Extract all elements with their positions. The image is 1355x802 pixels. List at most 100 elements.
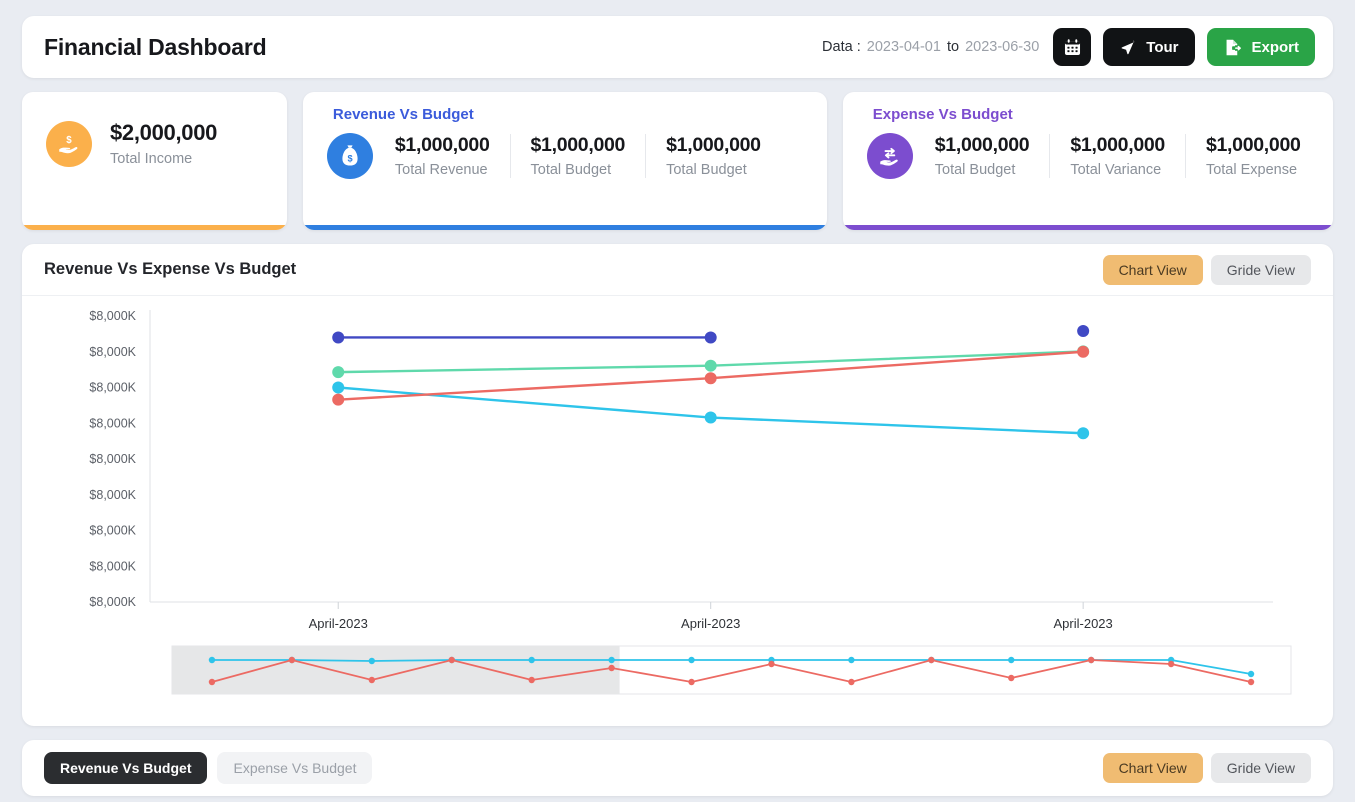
data-point-revenue[interactable]	[704, 359, 717, 372]
navigator-point	[688, 678, 695, 686]
navigator-point	[1008, 674, 1015, 682]
revenue-stats: $ $1,000,000 Total Revenue $1,000,000 To…	[303, 123, 827, 179]
data-point-variance[interactable]	[704, 372, 717, 385]
date-from: 2023-04-01	[866, 39, 941, 55]
stat-label: Total Variance	[1070, 162, 1162, 178]
tab-revenue-vs-budget[interactable]: Revenue Vs Budget	[44, 752, 208, 784]
tour-button[interactable]: Tour	[1103, 28, 1196, 66]
y-axis-tick-label: $8,000K	[89, 452, 136, 466]
data-point-expense[interactable]	[1077, 427, 1090, 440]
navigator-point	[1008, 656, 1015, 664]
navigator-point	[688, 656, 695, 664]
calendar-button[interactable]	[1053, 28, 1092, 66]
footer-view-toggle: Chart View Gride View	[1102, 753, 1311, 783]
kpi-row: $ $2,000,000 Total Income Revenue Vs Bud…	[22, 92, 1333, 230]
navigator-point	[768, 660, 775, 668]
income-value: $2,000,000	[110, 120, 218, 145]
stat-item: $1,000,000 Total Variance	[1049, 134, 1185, 178]
footer-bar: Revenue Vs Budget Expense Vs Budget Char…	[22, 740, 1333, 796]
data-point-expense[interactable]	[704, 411, 717, 424]
y-axis-tick-label: $8,000K	[89, 416, 136, 430]
expense-stat-group: $1,000,000 Total Budget $1,000,000 Total…	[935, 134, 1321, 178]
chart-view-toggle: Chart View Gride View	[1102, 254, 1311, 285]
data-point-budget[interactable]	[1077, 325, 1090, 338]
tab-expense-vs-budget[interactable]: Expense Vs Budget	[217, 752, 373, 784]
navigator-point	[928, 656, 935, 664]
stat-label: Total Expense	[1205, 162, 1298, 178]
date-to-word: to	[946, 39, 960, 55]
data-point-variance[interactable]	[332, 393, 345, 406]
svg-text:$: $	[347, 153, 352, 163]
stat-value: $1,000,000	[1205, 134, 1301, 156]
navigator-point	[368, 657, 376, 665]
stat-item: $1,000,000 Total Expense	[1184, 134, 1321, 178]
date-range: Data : 2023-04-01 to 2023-06-30	[822, 39, 1041, 55]
footer-grid-view-button[interactable]: Gride View	[1210, 753, 1311, 783]
navigator-point	[1247, 678, 1255, 686]
stat-item: $1,000,000 Total Budget	[645, 134, 781, 178]
navigator-point	[528, 676, 535, 684]
header-actions: Data : 2023-04-01 to 2023-06-30 Tour Exp…	[822, 28, 1315, 66]
revenue-stat-group: $1,000,000 Total Revenue $1,000,000 Tota…	[395, 134, 781, 178]
data-point-budget[interactable]	[332, 331, 345, 344]
data-point-budget[interactable]	[704, 331, 717, 344]
navigator-point	[608, 656, 615, 664]
date-to: 2023-06-30	[965, 39, 1040, 55]
navigator-selection[interactable]	[172, 646, 620, 694]
x-axis-tick-label: April-2023	[681, 616, 740, 631]
y-axis-tick-label: $8,000K	[89, 309, 136, 323]
line-chart[interactable]: $8,000K $8,000K $8,000K $8,000K $8,000K $8,00…	[22, 296, 1333, 724]
hand-exchange-icon	[866, 133, 913, 179]
y-axis-tick-label: $8,000K	[89, 381, 136, 395]
app-header: Financial Dashboard Data : 2023-04-01 to…	[22, 16, 1333, 78]
navigator-point	[1247, 670, 1255, 678]
stat-label: Total Revenue	[394, 162, 488, 178]
stat-item: $1,000,000 Total Budget	[935, 134, 1050, 178]
export-button[interactable]: Export	[1207, 28, 1315, 66]
chart-panel: Revenue Vs Expense Vs Budget Chart View …	[22, 244, 1333, 726]
x-axis-tick-label: April-2023	[309, 616, 368, 631]
calendar-icon	[1064, 38, 1080, 55]
navigator-point	[528, 656, 535, 664]
stat-item: $1,000,000 Total Budget	[509, 134, 646, 178]
date-range-label: Data :	[822, 39, 861, 55]
navigator-point	[368, 676, 376, 684]
chart-area: $8,000K $8,000K $8,000K $8,000K $8,000K $8,00…	[22, 296, 1333, 724]
stat-value: $1,000,000	[934, 134, 1030, 156]
income-values: $2,000,000 Total Income	[110, 120, 217, 167]
y-axis-tick-label: $8,000K	[89, 595, 136, 609]
grid-view-button[interactable]: Gride View	[1210, 254, 1311, 285]
stat-item: $1,000,000 Total Revenue	[395, 134, 510, 178]
chart-view-button[interactable]: Chart View	[1102, 254, 1203, 285]
navigator-point	[1167, 660, 1175, 668]
card-revenue-vs-budget: Revenue Vs Budget $ $1,000,000 Total Rev…	[302, 92, 827, 230]
income-label: Total Income	[110, 151, 193, 167]
data-point-variance[interactable]	[1077, 345, 1090, 358]
navigator-point	[848, 678, 855, 686]
data-point-expense[interactable]	[332, 381, 345, 394]
stat-value: $1,000,000	[666, 134, 761, 156]
stat-label: Total Budget	[530, 162, 612, 178]
data-point-revenue[interactable]	[332, 366, 345, 379]
money-bag-icon: $	[326, 133, 373, 179]
paper-plane-icon	[1121, 40, 1135, 54]
stat-value: $1,000,000	[394, 134, 490, 156]
expense-card-title: Expense Vs Budget	[872, 106, 1013, 123]
navigator-point	[448, 656, 455, 664]
navigator-point	[208, 656, 216, 664]
svg-text:$: $	[66, 134, 72, 145]
card-expense-vs-budget: Expense Vs Budget $1,000,000 Total Budge…	[842, 92, 1333, 230]
y-axis-tick-label: $8,000K	[89, 345, 136, 359]
chart-panel-header: Revenue Vs Expense Vs Budget Chart View …	[22, 244, 1333, 296]
revenue-card-title: Revenue Vs Budget	[332, 106, 474, 123]
navigator-point	[608, 664, 615, 672]
footer-chart-view-button[interactable]: Chart View	[1102, 753, 1203, 783]
page-title: Financial Dashboard	[44, 33, 267, 60]
footer-tabs: Revenue Vs Budget Expense Vs Budget	[44, 752, 373, 784]
income-body: $ $2,000,000 Total Income	[22, 92, 287, 167]
navigator-point	[288, 656, 296, 664]
y-axis-tick-label: $8,000K	[89, 559, 136, 573]
y-axis-tick-label: $8,000K	[89, 524, 136, 538]
file-export-icon	[1227, 39, 1242, 55]
dashboard-page: Financial Dashboard Data : 2023-04-01 to…	[0, 0, 1355, 802]
